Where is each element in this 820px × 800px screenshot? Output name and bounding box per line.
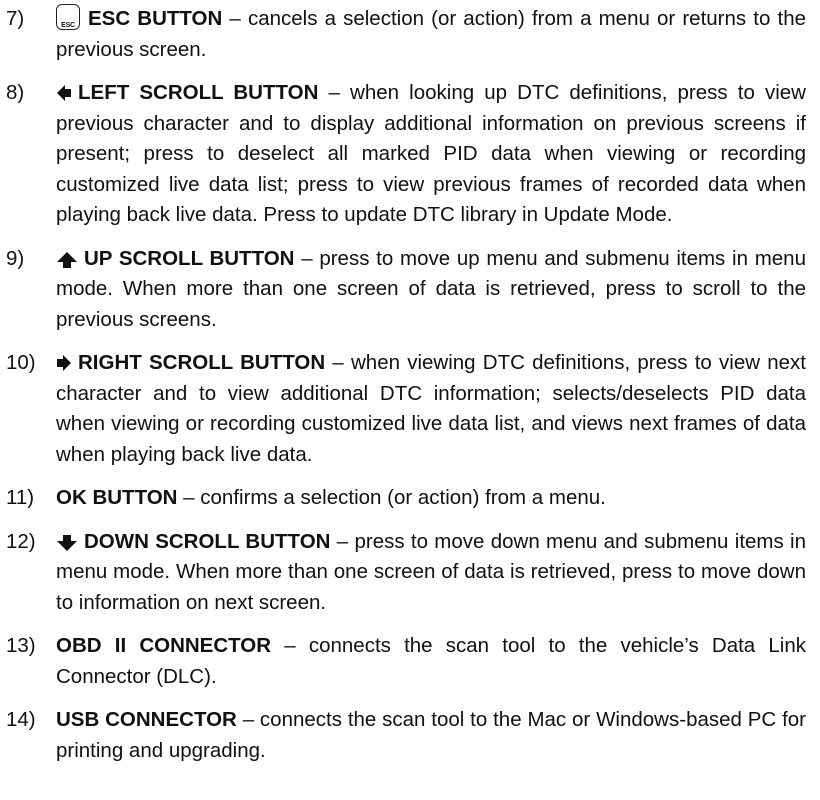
list-item-left-scroll-button: 8) LEFT SCROLL BUTTON – when looking up D…	[0, 78, 806, 231]
item-term: DOWN SCROLL BUTTON	[84, 529, 331, 553]
down-arrow-icon	[57, 534, 77, 551]
item-term: USB CONNECTOR	[56, 708, 237, 731]
left-arrow-icon	[57, 85, 71, 101]
right-arrow-icon	[57, 355, 71, 371]
item-description: – confirms a selection (or action) from …	[177, 486, 606, 509]
item-term: OK BUTTON	[56, 486, 178, 509]
item-number: 14)	[6, 708, 36, 731]
list-item-esc-button: 7) ESC ESC BUTTON – cancels a selection (o…	[0, 4, 806, 65]
list-item-ok-button: 11) OK BUTTON – confirms a selection (or …	[0, 483, 806, 514]
item-term: ESC BUTTON	[88, 7, 223, 30]
up-arrow-icon	[57, 251, 77, 268]
esc-icon-label: ESC	[61, 22, 75, 29]
item-number: 7)	[6, 7, 25, 30]
list-item-obd-connector: 13) OBD II CONNECTOR – connects the scan …	[0, 631, 806, 692]
item-number: 11)	[6, 486, 35, 509]
list-item-usb-connector: 14) USB CONNECTOR – connects the scan too…	[0, 705, 806, 766]
item-term: RIGHT SCROLL BUTTON	[78, 351, 326, 374]
item-term: LEFT SCROLL BUTTON	[78, 81, 319, 104]
item-number: 9)	[6, 246, 25, 270]
list-item-up-scroll-button: 9) UP SCROLL BUTTON – press to move up me…	[0, 244, 806, 336]
manual-page: 7) ESC ESC BUTTON – cancels a selection (o…	[0, 0, 820, 800]
item-number: 13)	[6, 634, 36, 657]
item-number: 10)	[6, 351, 36, 374]
esc-button-icon: ESC	[56, 4, 80, 30]
item-term: UP SCROLL BUTTON	[84, 246, 295, 270]
item-term: OBD II CONNECTOR	[56, 634, 272, 657]
list-item-down-scroll-button: 12) DOWN SCROLL BUTTON – press to move do…	[0, 527, 806, 619]
list-item-right-scroll-button: 10) RIGHT SCROLL BUTTON – when viewing DT…	[0, 348, 806, 470]
item-number: 12)	[6, 529, 36, 553]
item-number: 8)	[6, 81, 25, 104]
